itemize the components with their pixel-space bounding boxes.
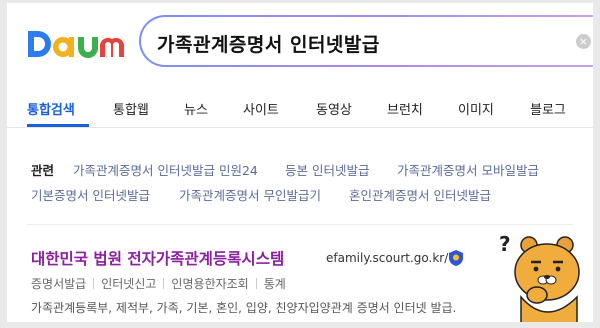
search-box[interactable]: 가족관계증명서 인터넷발급 ×	[139, 15, 593, 67]
tab-site[interactable]: 사이트	[243, 99, 279, 118]
section-divider	[27, 224, 573, 225]
related-link[interactable]: 가족관계증명서 모바일발급	[397, 160, 539, 179]
related-label: 관련	[31, 163, 55, 178]
tab-video[interactable]: 동영상	[316, 99, 352, 118]
sublink[interactable]: 통계	[264, 277, 286, 291]
daum-logo[interactable]	[26, 25, 126, 63]
clear-search-icon[interactable]: ×	[576, 34, 591, 49]
tab-brunch[interactable]: 브런치	[387, 99, 423, 118]
sublink[interactable]: 증명서발급	[31, 277, 86, 291]
verified-shield-icon	[449, 250, 463, 266]
tab-news[interactable]: 뉴스	[184, 99, 208, 118]
tab-blog[interactable]: 블로그	[530, 99, 566, 118]
result-title-link[interactable]: 대한민국 법원 전자가족관계등록시스템	[31, 247, 284, 269]
sublink[interactable]: 인명용한자조회	[171, 277, 248, 291]
result-sublinks: 증명서발급 인터넷신고 인명용한자조회 통계	[31, 275, 286, 292]
search-tabs: 통합검색 통합웹 뉴스 사이트 동영상 브런치 이미지 블로그	[7, 93, 593, 127]
result-snippet: 가족관계등록부, 제적부, 가족, 기본, 혼인, 입양, 친양자입양관계 증명…	[31, 301, 457, 315]
related-link[interactable]: 등본 인터넷발급	[285, 160, 369, 179]
tab-image[interactable]: 이미지	[458, 99, 494, 118]
separator	[163, 278, 165, 289]
header: 가족관계증명서 인터넷발급 ×	[7, 3, 593, 81]
separator	[93, 278, 95, 289]
tab-integrated-search[interactable]: 통합검색	[27, 99, 75, 118]
search-results-page: 가족관계증명서 인터넷발급 × 통합검색 통합웹 뉴스 사이트 동영상 브런치 …	[7, 3, 593, 322]
related-link[interactable]: 혼인관계증명서 인터넷발급	[349, 185, 491, 204]
search-input[interactable]: 가족관계증명서 인터넷발급	[157, 30, 380, 57]
related-link[interactable]: 가족관계증명서 무인발급기	[179, 185, 321, 204]
result-url[interactable]: efamily.scourt.go.kr/	[326, 251, 448, 265]
separator	[255, 278, 257, 289]
related-link[interactable]: 가족관계증명서 인터넷발급 민원24	[73, 160, 258, 179]
tab-integrated-web[interactable]: 통합웹	[113, 99, 149, 118]
sublink[interactable]: 인터넷신고	[101, 277, 156, 291]
related-link[interactable]: 기본증명서 인터넷발급	[31, 185, 150, 204]
tabs-divider	[7, 127, 593, 128]
svg-text:?: ?	[499, 232, 511, 256]
ryan-mascot-icon: ?	[499, 232, 580, 322]
